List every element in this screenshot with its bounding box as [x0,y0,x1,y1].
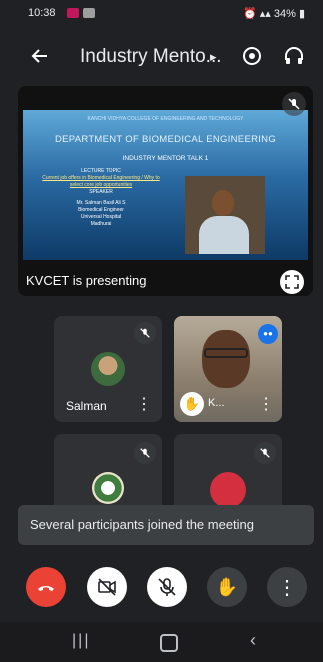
participant-name: K... [208,397,225,409]
system-nav-bar: ||| ‹ [0,622,323,662]
camera-toggle-button[interactable] [87,567,127,607]
avatar [91,352,125,386]
participant-tile-3[interactable] [54,434,162,514]
slide-topic: Current job offers in Biomedical Enginee… [42,175,160,188]
battery-icon: ▮ [298,8,305,20]
camera-feed-face [202,330,250,388]
mic-off-icon [134,442,156,464]
recents-icon[interactable]: ||| [72,632,90,650]
hand-icon: ✋ [215,576,239,597]
slide-institution: KANCHI VIDHYA COLLEGE OF ENGINEERING AND… [87,116,244,122]
participant-tile-salman[interactable]: Salman ⋮ [54,316,162,422]
headphones-icon[interactable] [280,42,308,70]
mic-off-icon [134,322,156,344]
notification-toast: Several participants joined the meeting [18,505,314,545]
toast-message: Several participants joined the meeting [30,517,255,532]
slide-department: DEPARTMENT OF BIOMEDICAL ENGINEERING [54,134,277,145]
more-options-button[interactable]: ⋮ [267,567,307,607]
chevron-right-icon[interactable]: ▸ [210,49,217,65]
notification-icon [67,8,79,18]
participant-tile-4[interactable] [174,434,282,514]
back-arrow-icon[interactable] [26,42,54,70]
mic-off-icon [254,442,276,464]
speaking-indicator-icon: ●● [258,324,278,344]
slide-details: LECTURE TOPIC Current job offers in Biom… [41,168,161,228]
more-vert-icon[interactable]: ⋮ [136,394,152,416]
videocam-off-icon [98,578,116,596]
alarm-icon: ⏰ [242,8,257,20]
slide-speaker-org: Universal Hospital [80,214,122,220]
phone-hangup-icon [38,586,54,591]
meeting-title[interactable]: Industry Mento... [80,46,222,68]
meeting-header: Industry Mento... ▸ [0,30,323,82]
slide-speaker-name: Mr. Salman Basil Ali S [76,200,126,206]
participant-name: Salman [66,399,107,413]
home-icon[interactable] [160,634,178,652]
speaker-photo-body [199,216,249,254]
raised-hand-icon: ✋ [180,392,204,416]
slide-talk: INDUSTRY MENTOR TALK 1 [122,155,209,162]
fullscreen-icon[interactable] [280,270,304,294]
end-call-button[interactable] [26,567,66,607]
mic-off-icon [282,92,306,116]
slide-speaker-city: Madhurai [90,221,112,227]
slide-speaker-role: Biomedical Engineer [78,207,124,213]
shared-slide: KANCHI VIDHYA COLLEGE OF ENGINEERING AND… [23,110,308,260]
signal-icon: ▴▴ [259,8,271,20]
avatar [92,472,124,504]
presenting-label: KVCET is presenting [26,273,147,288]
mic-off-icon [158,578,176,596]
participant-tile-k[interactable]: ●● ✋ K... ⋮ [174,316,282,422]
nav-back-icon[interactable]: ‹ [250,630,256,651]
speaker-photo [185,176,265,254]
slide-lecture-label: LECTURE TOPIC [81,168,121,174]
microphone-toggle-button[interactable] [147,567,187,607]
switch-camera-icon[interactable] [238,42,266,70]
more-vert-icon[interactable]: ⋮ [258,394,274,416]
raise-hand-button[interactable]: ✋ [207,567,247,607]
slide-speaker-label: SPEAKER [89,189,113,195]
camera-feed-glasses [204,348,248,358]
speaker-photo-face [212,190,234,216]
status-bar: 10:38 ⏰ ▴▴ 34% ▮ [0,0,323,26]
avatar [210,472,246,508]
battery-level: 34% [273,8,296,20]
status-time: 10:38 [28,7,56,19]
presentation-tile[interactable]: KANCHI VIDHYA COLLEGE OF ENGINEERING AND… [18,86,313,296]
status-right: ⏰ ▴▴ 34% ▮ [243,7,305,20]
gallery-icon [83,8,95,18]
